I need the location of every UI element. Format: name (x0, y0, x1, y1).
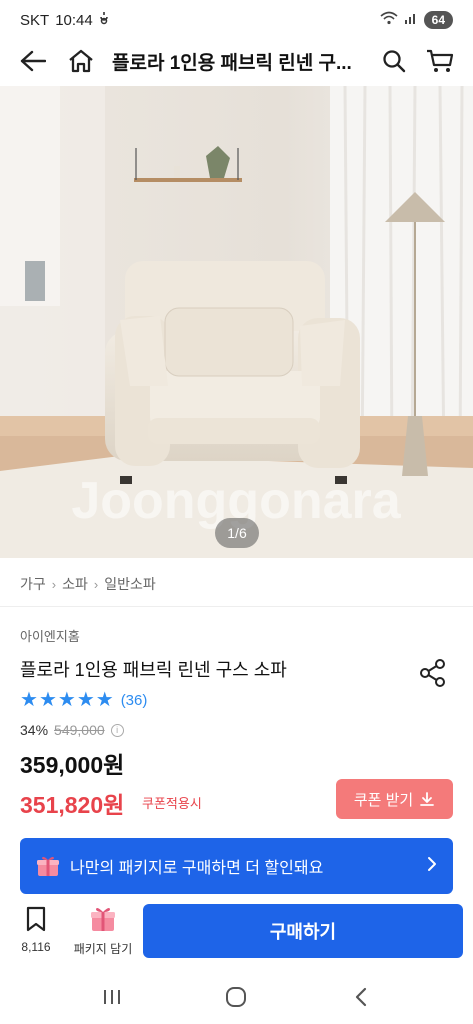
cart-icon (427, 49, 454, 72)
bottom-action-bar: 8,116 패키지 담기 구매하기 (0, 900, 473, 964)
page-title: 플로라 1인용 패브릭 린넨 구... (112, 52, 352, 74)
search-icon (383, 50, 406, 73)
gift-box-icon (37, 856, 59, 876)
back-button[interactable] (16, 44, 50, 78)
sale-price: 359,000원 (20, 752, 125, 778)
info-icon[interactable]: i (110, 723, 124, 737)
clock: 10:44 (55, 11, 93, 29)
star-icon: ★ (76, 689, 95, 711)
discount-row: 34% 549,000 i (20, 722, 124, 738)
original-price: 549,000 (54, 722, 105, 738)
coupon-button-label: 쿠폰 받기 (353, 791, 414, 809)
package-banner-text: 나만의 패키지로 구매하면 더 할인돼요 (70, 860, 324, 877)
get-coupon-button[interactable]: 쿠폰 받기 (336, 779, 453, 819)
breadcrumb: 가구 › 소파 › 일반소파 (20, 574, 156, 594)
breadcrumb-item-sofa[interactable]: 소파 (62, 574, 88, 594)
product-name: 플로라 1인용 패브릭 린넨 구스 소파 (20, 660, 287, 680)
buy-button[interactable]: 구매하기 (143, 904, 463, 958)
breadcrumb-item-general-sofa[interactable]: 일반소파 (104, 574, 156, 594)
back-chevron-icon (355, 987, 366, 1007)
back-nav-button[interactable] (341, 977, 381, 1017)
home-nav-button[interactable] (216, 977, 256, 1017)
wishlist-button[interactable]: 8,116 (18, 906, 54, 954)
system-navigation-bar (0, 970, 473, 1024)
home-button[interactable] (64, 44, 98, 78)
brand-name[interactable]: 아이엔지홈 (20, 626, 80, 645)
status-bar: SKT 10:44 64 (0, 0, 473, 40)
search-button[interactable] (377, 44, 411, 78)
image-page-indicator: 1/6 (215, 518, 259, 548)
review-count[interactable]: (36) (121, 692, 148, 709)
coupon-price: 351,820원 (20, 792, 125, 818)
share-button[interactable] (418, 658, 448, 688)
add-to-package-button[interactable]: 패키지 담기 (70, 906, 136, 957)
chevron-right-icon (427, 856, 437, 877)
star-icon: ★ (20, 689, 38, 711)
recent-apps-icon (104, 990, 121, 1004)
home-circle-icon (226, 987, 247, 1007)
package-discount-banner[interactable]: 나만의 패키지로 구매하면 더 할인돼요 (20, 838, 453, 894)
star-icon: ★ (38, 689, 57, 711)
rating[interactable]: ★ ★ ★ ★ ★ (36) (20, 690, 147, 710)
signal-icon (404, 11, 418, 29)
home-icon (69, 49, 93, 73)
star-icon: ★ (95, 689, 114, 711)
battery-indicator: 64 (423, 11, 453, 29)
coupon-price-label: 쿠폰적용시 (142, 796, 202, 811)
bookmark-icon (26, 906, 46, 932)
wishlist-count: 8,116 (21, 940, 51, 954)
share-icon (420, 659, 445, 687)
notification-icon (99, 11, 109, 29)
product-image-carousel[interactable]: Joonggonara (0, 86, 473, 558)
add-to-package-label: 패키지 담기 (73, 942, 133, 956)
recent-apps-button[interactable] (92, 977, 132, 1017)
package-box-icon (91, 908, 115, 931)
divider (0, 606, 473, 607)
back-arrow-icon (20, 50, 46, 72)
discount-rate: 34% (20, 722, 49, 738)
download-icon (420, 792, 435, 806)
chevron-right-icon: › (93, 576, 99, 592)
top-app-bar: 플로라 1인용 패브릭 린넨 구... (0, 40, 473, 82)
cart-button[interactable] (423, 44, 457, 78)
chevron-right-icon: › (51, 576, 57, 592)
wifi-icon (380, 11, 398, 29)
product-photo: Joonggonara (0, 86, 473, 558)
carrier-label: SKT (20, 11, 50, 29)
breadcrumb-item-furniture[interactable]: 가구 (20, 574, 46, 594)
star-icon: ★ (57, 689, 76, 711)
